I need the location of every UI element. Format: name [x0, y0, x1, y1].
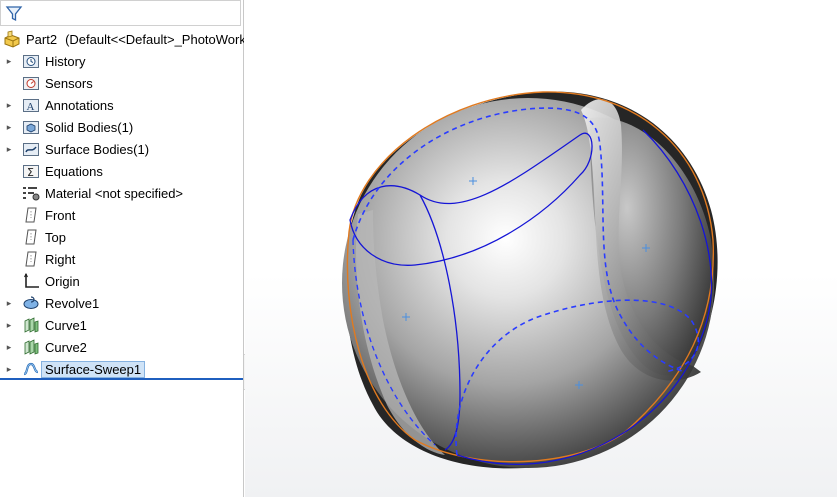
tree-item-top[interactable]: Top [0, 226, 244, 248]
expand-arrow-icon[interactable]: ▸ [2, 100, 16, 111]
expand-arrow-icon[interactable]: ▸ [2, 122, 16, 133]
tree-item-material-not-specified[interactable]: Material <not specified> [0, 182, 244, 204]
solid-bodies-icon [23, 121, 39, 134]
tree-item-label: History [45, 53, 86, 69]
tree-item-equations[interactable]: Σ Equations [0, 160, 244, 182]
expand-arrow-icon[interactable]: ▸ [2, 342, 16, 353]
model-view [342, 91, 718, 469]
curve-icon [24, 317, 39, 333]
expand-arrow-icon[interactable]: ▸ [2, 320, 16, 331]
tree-item-label: Revolve1 [45, 295, 100, 311]
feature-manager-tree: Part2 (Default<<Default>_PhotoWork ▸ Hist… [0, 0, 244, 497]
svg-text:A: A [27, 101, 35, 113]
tree-item-label: Right [45, 251, 76, 267]
part-name: Part2 [26, 31, 58, 47]
svg-text:Σ: Σ [27, 166, 34, 179]
tree-item-label: Surface-Sweep1 [41, 360, 146, 378]
tree-item-curve1[interactable]: ▸ Curve1 [0, 314, 244, 336]
tree-item-label: Top [45, 229, 66, 245]
tree-item-label: Surface Bodies(1) [45, 141, 150, 157]
tree-item-label: Origin [45, 273, 80, 289]
expand-arrow-icon[interactable]: ▸ [2, 144, 16, 155]
tree-item-label: Solid Bodies(1) [45, 119, 134, 135]
tree-item-revolve1[interactable]: ▸ Revolve1 [0, 292, 244, 314]
tree-filter-bar[interactable] [0, 0, 241, 26]
graphics-area[interactable] [245, 0, 837, 497]
tree-item-label: Curve1 [45, 317, 87, 333]
sensor-icon [23, 77, 39, 90]
tree-item-curve2[interactable]: ▸ Curve2 [0, 336, 244, 358]
curve-icon [24, 339, 39, 355]
tree-item-solid-bodies-1[interactable]: ▸ Solid Bodies(1) [0, 116, 244, 138]
tree-item-origin[interactable]: Origin [0, 270, 244, 292]
tree-item-label: Curve2 [45, 339, 87, 355]
material-icon [23, 187, 40, 201]
tree-item-label: Material <not specified> [45, 185, 184, 201]
tree-item-surface-sweep1[interactable]: ▸ Surface-Sweep1 [0, 358, 244, 380]
history-folder-icon [23, 55, 39, 68]
tree-item-sensors[interactable]: Sensors [0, 72, 244, 94]
tree-item-label: Sensors [45, 75, 93, 91]
plane-icon [25, 207, 37, 223]
tree-item-label: Equations [45, 163, 103, 179]
tree-item-right[interactable]: Right [0, 248, 244, 270]
expand-arrow-icon[interactable]: ▸ [2, 56, 16, 67]
expand-arrow-icon[interactable]: ▸ [2, 298, 16, 309]
tree-item-surface-bodies-1[interactable]: ▸ Surface Bodies(1) [0, 138, 244, 160]
plane-icon [25, 229, 37, 245]
tree-item-front[interactable]: Front [0, 204, 244, 226]
tree-rollback-bar[interactable] [0, 378, 243, 380]
tree-item-annotations[interactable]: ▸ A Annotations [0, 94, 244, 116]
sweep-icon [23, 362, 39, 376]
part-configuration: (Default<<Default>_PhotoWork [65, 31, 244, 47]
equations-icon: Σ [23, 165, 39, 179]
revolve-icon [23, 296, 39, 309]
tree-item-label: Annotations [45, 97, 114, 113]
filter-icon[interactable] [5, 5, 23, 23]
annotations-icon: A [23, 99, 39, 113]
origin-icon [24, 272, 39, 288]
part-icon [4, 30, 20, 48]
part-node[interactable]: Part2 (Default<<Default>_PhotoWork [0, 28, 244, 50]
plane-icon [25, 251, 37, 267]
tree-item-label: Front [45, 207, 76, 223]
surface-bodies-icon [23, 143, 39, 156]
expand-arrow-icon[interactable]: ▸ [2, 364, 16, 375]
tree-item-history[interactable]: ▸ History [0, 50, 244, 72]
